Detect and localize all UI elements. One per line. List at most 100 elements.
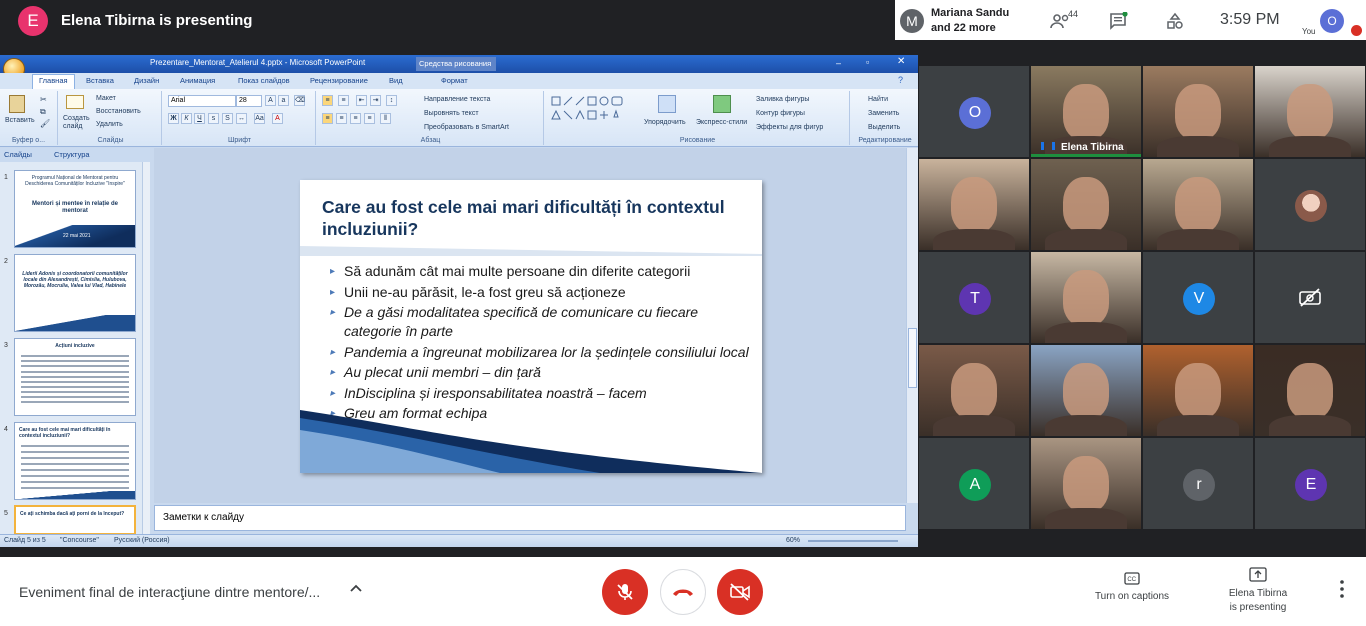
close-icon[interactable]: ✕ (897, 56, 905, 67)
participant-tile[interactable]: O (919, 66, 1029, 157)
slide-thumbnail[interactable]: Liderii Adonis și coordonatorii comunită… (14, 254, 136, 332)
tab-review[interactable]: Рецензирование (310, 76, 368, 85)
participant-tile[interactable]: E (1255, 438, 1365, 529)
panel-scrollbar[interactable] (142, 162, 150, 535)
slide-bullets[interactable]: ▸ Să adunăm cât mai multe persoane din di… (330, 262, 750, 425)
participant-tile[interactable]: Elena Tibirna (1031, 66, 1141, 157)
align-right-icon[interactable]: ≡ (350, 113, 361, 124)
arrange-button[interactable]: Упорядочить (644, 119, 686, 126)
find-button[interactable]: Найти (868, 96, 888, 103)
participant-tile[interactable] (1255, 252, 1365, 343)
text-direction-button[interactable]: Направление текста (424, 96, 490, 103)
tab-outline[interactable]: Структура (54, 150, 90, 159)
slide-thumbnail[interactable]: Care au fost cele mai mari dificultăți î… (14, 422, 136, 500)
reset-button[interactable]: Восстановить (96, 108, 141, 115)
help-icon[interactable]: ? (898, 75, 903, 85)
notes-pane[interactable]: Заметки к слайду (154, 505, 906, 531)
self-avatar[interactable]: O (1320, 9, 1344, 33)
tab-slideshow[interactable]: Показ слайдов (238, 76, 290, 85)
indent-decrease-icon[interactable]: ⇤ (356, 95, 367, 106)
participant-tile[interactable] (1143, 159, 1253, 250)
font-color-icon[interactable]: A (272, 113, 283, 124)
tab-design[interactable]: Дизайн (134, 76, 159, 85)
participant-tile[interactable]: V (1143, 252, 1253, 343)
copy-icon[interactable]: ⧉ (40, 107, 46, 117)
chat-icon[interactable] (1106, 8, 1132, 34)
underline-button[interactable]: Ч (194, 113, 205, 124)
arrange-icon[interactable] (658, 95, 676, 113)
clear-format-icon[interactable]: ⌫ (294, 95, 305, 106)
zoom-slider[interactable] (808, 540, 898, 542)
shape-outline-button[interactable]: Контур фигуры (756, 110, 805, 117)
participant-tile[interactable] (1255, 345, 1365, 436)
tab-insert[interactable]: Вставка (86, 76, 114, 85)
mic-off-button[interactable] (602, 569, 648, 615)
close-icon[interactable] (1351, 25, 1362, 36)
participant-tile[interactable] (1031, 438, 1141, 529)
paste-label[interactable]: Вставить (5, 117, 35, 124)
participant-tile[interactable] (919, 159, 1029, 250)
tab-home[interactable]: Главная (32, 74, 75, 89)
participant-tile[interactable] (1255, 66, 1365, 157)
slide-title[interactable]: Care au fost cele mai mari dificultăți î… (322, 196, 742, 240)
bold-button[interactable]: Ж (168, 113, 179, 124)
font-size-field[interactable]: 28 (236, 95, 262, 107)
slide-thumbnail-selected[interactable]: Ce ați schimba dacă ați porni de la înce… (14, 505, 136, 535)
columns-icon[interactable]: ⫴ (380, 113, 391, 124)
participant-tile[interactable] (919, 345, 1029, 436)
slide-scrollbar[interactable] (906, 148, 918, 503)
new-slide-label[interactable]: Создать слайд (63, 115, 93, 131)
shape-effects-button[interactable]: Эффекты для фигур (756, 124, 823, 131)
participant-tile[interactable]: r (1143, 438, 1253, 529)
italic-button[interactable]: К (181, 113, 192, 124)
shrink-font-icon[interactable]: a (278, 95, 289, 106)
select-button[interactable]: Выделить (868, 124, 900, 131)
grow-font-icon[interactable]: A (265, 95, 276, 106)
participant-tile[interactable] (1031, 345, 1141, 436)
scroll-thumb[interactable] (908, 328, 917, 388)
slide-thumbnail[interactable]: Acțiuni incluzive (14, 338, 136, 416)
meeting-title[interactable]: Eveniment final de interacţiune dintre m… (19, 584, 320, 600)
participant-tile[interactable]: T (919, 252, 1029, 343)
maximize-icon[interactable]: ▫ (866, 57, 869, 67)
shapes-gallery-icon[interactable] (550, 95, 642, 131)
captions-button[interactable]: CC Turn on captions (1088, 572, 1176, 604)
chevron-up-icon[interactable] (349, 581, 363, 595)
replace-button[interactable]: Заменить (868, 110, 899, 117)
tab-slides[interactable]: Слайды (4, 150, 32, 159)
layout-button[interactable]: Макет (96, 95, 116, 102)
align-text-button[interactable]: Выровнять текст (424, 110, 479, 117)
shadow-icon[interactable]: S (222, 113, 233, 124)
activities-icon[interactable] (1162, 8, 1188, 34)
presenting-participants[interactable]: M Mariana Sandu and 22 more (895, 0, 1030, 40)
tab-animation[interactable]: Анимация (180, 76, 215, 85)
line-spacing-icon[interactable]: ↕ (386, 95, 397, 106)
participant-tile[interactable] (1143, 345, 1253, 436)
smartart-button[interactable]: Преобразовать в SmartArt (424, 124, 509, 131)
spacing-icon[interactable]: ↔ (236, 113, 247, 124)
slide-thumbnail[interactable]: Programul Național de Mentorat pentru De… (14, 170, 136, 248)
camera-off-button[interactable] (717, 569, 763, 615)
paste-icon[interactable] (9, 95, 25, 113)
participant-tile[interactable]: A (919, 438, 1029, 529)
end-call-button[interactable] (660, 569, 706, 615)
font-name-field[interactable]: Arial (168, 95, 236, 107)
numbering-icon[interactable]: ≡ (338, 95, 349, 106)
tab-view[interactable]: Вид (389, 76, 403, 85)
minimize-icon[interactable]: – (836, 58, 841, 68)
participant-tile[interactable] (1143, 66, 1253, 157)
new-slide-icon[interactable] (66, 95, 84, 109)
strikethrough-icon[interactable]: s (208, 113, 219, 124)
justify-icon[interactable]: ≡ (364, 113, 375, 124)
participant-tile[interactable] (1031, 159, 1141, 250)
shape-fill-button[interactable]: Заливка фигуры (756, 96, 809, 103)
quick-styles-button[interactable]: Экспресс-стили (696, 119, 747, 126)
tab-format[interactable]: Формат (441, 76, 468, 85)
bullets-icon[interactable]: ≡ (322, 95, 333, 106)
align-center-icon[interactable]: ≡ (336, 113, 347, 124)
case-icon[interactable]: Aa (254, 113, 265, 124)
delete-button[interactable]: Удалить (96, 121, 123, 128)
quick-styles-icon[interactable] (713, 95, 731, 113)
indent-increase-icon[interactable]: ⇥ (370, 95, 381, 106)
participant-tile[interactable] (1031, 252, 1141, 343)
